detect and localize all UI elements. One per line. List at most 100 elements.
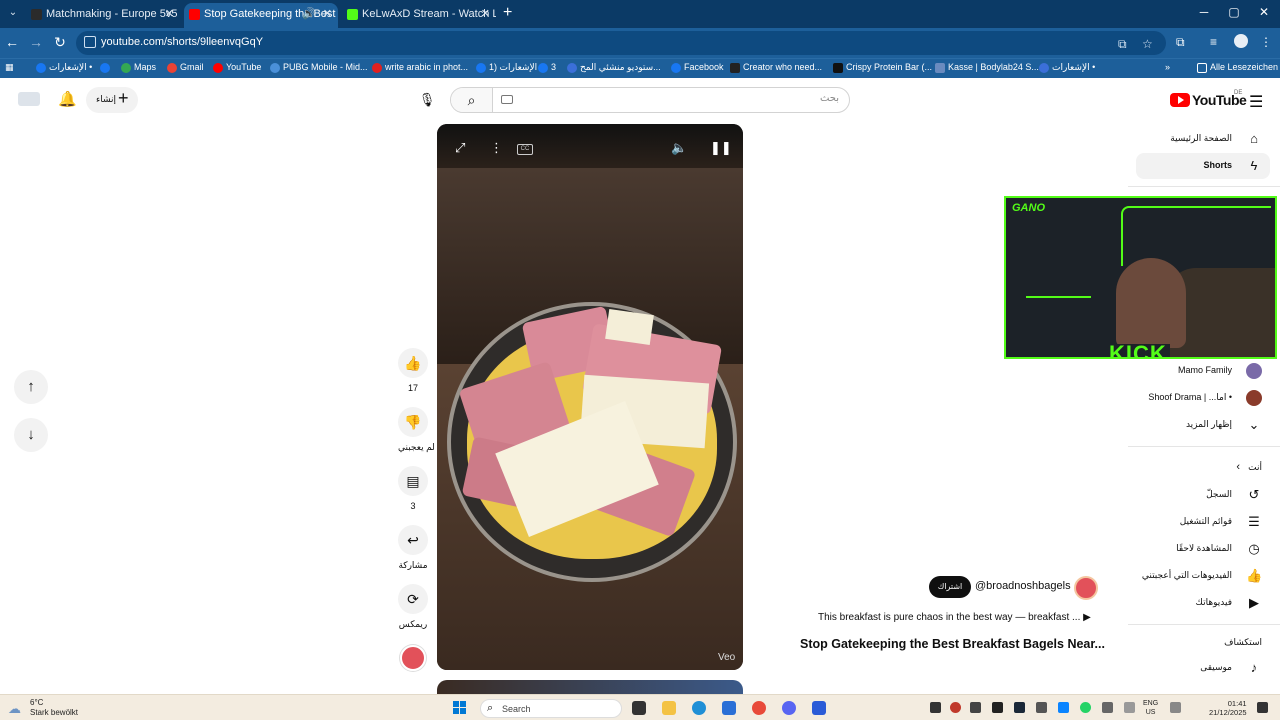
voice-search-icon[interactable]: 🎙 bbox=[414, 87, 440, 113]
sidebar-item-shorts[interactable]: Shorts ϟ bbox=[1136, 153, 1270, 179]
sidebar-item-playlists[interactable]: قوائم التشغيل ☰ bbox=[1136, 509, 1270, 535]
video-title[interactable]: Stop Gatekeeping the Best Breakfast Bage… bbox=[800, 637, 1105, 651]
speaker-icon[interactable]: 🔊 bbox=[302, 3, 316, 25]
tray-icon[interactable] bbox=[1036, 702, 1047, 713]
shorts-video-player[interactable]: ⤢ ⋮ CC 🔈 ❚❚ Veo bbox=[437, 124, 743, 670]
bookmark-item[interactable]: Gmail bbox=[167, 62, 204, 73]
bookmark-item[interactable]: YouTube bbox=[213, 62, 261, 73]
pause-icon[interactable]: ❚❚ bbox=[710, 140, 732, 156]
bookmark-item[interactable]: Facebook bbox=[671, 62, 724, 73]
bookmark-star-icon[interactable]: ☆ bbox=[1142, 37, 1153, 51]
bluetooth-icon[interactable] bbox=[1058, 702, 1069, 713]
subscribe-button[interactable]: اشتراك bbox=[929, 576, 971, 598]
media-icon[interactable]: ≡ bbox=[1210, 35, 1217, 49]
dislike-button[interactable]: 👎 لم يعجبني bbox=[398, 407, 435, 453]
bookmark-item[interactable]: Kasse | Bodylab24 S... bbox=[935, 62, 1039, 73]
youtube-logo[interactable]: YouTube DE bbox=[1170, 90, 1247, 108]
all-bookmarks[interactable]: Alle Lesezeichen bbox=[1197, 62, 1278, 73]
fullscreen-icon[interactable]: ⤢ bbox=[455, 140, 465, 156]
close-icon[interactable]: ✕ bbox=[165, 3, 174, 25]
bookmark-item[interactable]: ستوديو منشئي المح... bbox=[567, 62, 661, 73]
bookmark-item[interactable]: Creator who need... bbox=[730, 62, 822, 73]
sidebar-item-home[interactable]: الصفحة الرئيسية ⌂ bbox=[1136, 126, 1270, 152]
create-button[interactable]: إنشاء + bbox=[86, 87, 138, 113]
sidebar-item-liked-videos[interactable]: الفيديوهات التي أعجبتني 👍 bbox=[1136, 563, 1270, 589]
back-button[interactable]: ← bbox=[3, 34, 21, 50]
tray-icon[interactable] bbox=[970, 702, 981, 713]
next-short-preview[interactable] bbox=[437, 680, 743, 694]
tray-icon[interactable] bbox=[950, 702, 961, 713]
bookmark-item[interactable]: الإشعارات • bbox=[36, 62, 92, 73]
edge-icon[interactable] bbox=[692, 701, 706, 715]
tab-matchmaking[interactable]: Matchmaking - Europe 5v5 Qu ✕ bbox=[26, 3, 180, 28]
tab-kick-stream[interactable]: KeLwAxD Stream - Watch Live o ✕ bbox=[342, 3, 496, 28]
sidebar-item-watch-later[interactable]: المشاهدة لاحقًا ◷ bbox=[1136, 536, 1270, 562]
tray-icon[interactable] bbox=[992, 702, 1003, 713]
more-options-icon[interactable]: ⋮ bbox=[490, 140, 503, 156]
file-explorer-icon[interactable] bbox=[662, 701, 676, 715]
apps-icon[interactable]: ▦ bbox=[5, 62, 14, 73]
chrome-icon[interactable] bbox=[752, 701, 766, 715]
store-icon[interactable] bbox=[722, 701, 736, 715]
discord-icon[interactable] bbox=[782, 701, 796, 715]
channel-avatar[interactable] bbox=[1074, 576, 1098, 600]
site-info-icon[interactable] bbox=[84, 36, 96, 48]
channel-handle[interactable]: @broadnoshbagels bbox=[975, 580, 1071, 592]
keyboard-icon[interactable] bbox=[501, 95, 513, 104]
search-input[interactable]: ⌕ بحث bbox=[450, 87, 850, 113]
clock[interactable]: 01:41 21/12/2025 bbox=[1209, 699, 1247, 717]
captions-icon[interactable]: CC bbox=[517, 144, 533, 155]
sidebar-item-your-videos[interactable]: فيديوهاتك ▶ bbox=[1136, 590, 1270, 616]
next-short-button[interactable]: ↓ bbox=[14, 418, 48, 452]
sidebar-item-you[interactable]: أنت ‹ bbox=[1136, 455, 1270, 481]
share-button[interactable]: ↩ مشاركة bbox=[398, 525, 428, 571]
extensions-icon[interactable]: ⧉ bbox=[1176, 35, 1185, 50]
address-bar[interactable]: youtube.com/shorts/9lleenvqGqY ⧉ ☆ bbox=[76, 31, 1166, 55]
notifications-bell-icon[interactable]: 🔔 bbox=[58, 90, 77, 108]
bookmark-item[interactable]: 3 bbox=[538, 62, 556, 73]
maximize-button[interactable]: ▢ bbox=[1224, 5, 1244, 19]
channel-thumbnail[interactable] bbox=[400, 645, 426, 671]
window-close-button[interactable]: ✕ bbox=[1254, 5, 1274, 19]
kick-stream-overlay[interactable]: GANO KICK bbox=[1004, 196, 1277, 359]
tab-youtube-short[interactable]: Stop Gatekeeping the Best 🔊 ✕ bbox=[184, 3, 338, 28]
close-icon[interactable]: ✕ bbox=[481, 3, 490, 25]
subscription-mamo-family[interactable]: Mamo Family bbox=[1136, 358, 1270, 384]
new-tab-button[interactable]: + bbox=[503, 4, 512, 22]
like-button[interactable]: 👍 17 bbox=[398, 348, 428, 393]
tab-search-button[interactable]: ⌄ bbox=[4, 4, 22, 22]
close-icon[interactable]: ✕ bbox=[323, 3, 332, 25]
bookmark-item[interactable]: Crispy Protein Bar (... bbox=[833, 62, 932, 73]
minimize-button[interactable]: ─ bbox=[1194, 5, 1214, 19]
sidebar-item-music[interactable]: موسيقى ♪ bbox=[1136, 655, 1270, 681]
steam-icon[interactable] bbox=[1014, 702, 1025, 713]
url-text[interactable]: youtube.com/shorts/9lleenvqGqY bbox=[101, 36, 263, 48]
profile-avatar[interactable] bbox=[1234, 34, 1248, 48]
show-more-button[interactable]: إظهار المزيد ⌄ bbox=[1136, 412, 1270, 438]
menu-icon[interactable]: ⋮ bbox=[1260, 35, 1272, 49]
remix-button[interactable]: ⟳ ريمكس bbox=[398, 584, 428, 630]
tray-icon[interactable] bbox=[930, 702, 941, 713]
sidebar-item-history[interactable]: السجلّ ↺ bbox=[1136, 482, 1270, 508]
notification-icon[interactable] bbox=[1257, 702, 1268, 713]
app-icon[interactable] bbox=[812, 701, 826, 715]
reload-button[interactable]: ↻ bbox=[51, 34, 69, 51]
bookmark-item[interactable]: write arabic in phot... bbox=[372, 62, 468, 73]
search-icon[interactable]: ⌕ bbox=[451, 88, 493, 112]
hamburger-menu-icon[interactable]: ☰ bbox=[1249, 92, 1263, 112]
bookmark-item[interactable]: الإشعارات • bbox=[1039, 62, 1095, 73]
channel-logo[interactable] bbox=[18, 92, 40, 106]
volume-icon[interactable] bbox=[1124, 702, 1135, 713]
bookmark-item[interactable]: الإشعارات (1 bbox=[476, 62, 537, 73]
comments-button[interactable]: ▤ 3 bbox=[398, 466, 428, 511]
bookmark-item[interactable]: Maps bbox=[121, 62, 156, 73]
task-view-icon[interactable] bbox=[632, 701, 646, 715]
video-description[interactable]: This breakfast is pure chaos in the best… bbox=[818, 612, 1091, 623]
windows-start-icon[interactable] bbox=[453, 701, 467, 715]
language-indicator[interactable]: ENG US bbox=[1143, 699, 1158, 717]
wifi-icon[interactable] bbox=[1170, 702, 1181, 713]
subscription-shoof-drama[interactable]: Shoof Drama | ...اما • bbox=[1136, 385, 1270, 411]
cast-icon[interactable]: ⧉ bbox=[1118, 37, 1127, 52]
forward-button[interactable]: → bbox=[27, 34, 45, 50]
bookmark-item[interactable]: PUBG Mobile - Mid... bbox=[270, 62, 368, 73]
